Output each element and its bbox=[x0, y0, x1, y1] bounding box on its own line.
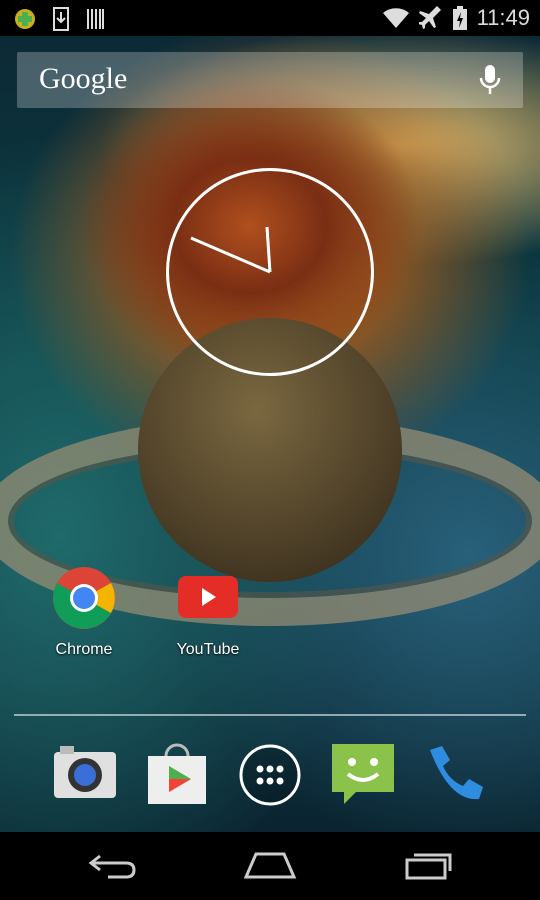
app-youtube[interactable]: YouTube bbox=[158, 566, 258, 659]
app-label: YouTube bbox=[176, 641, 240, 658]
back-icon bbox=[88, 854, 136, 879]
wifi-icon bbox=[382, 8, 409, 28]
security-app-icon bbox=[15, 9, 35, 29]
dock-app-drawer[interactable] bbox=[237, 742, 303, 808]
live-wallpaper bbox=[0, 36, 540, 832]
app-label: Chrome bbox=[55, 641, 113, 658]
dock-divider bbox=[14, 714, 526, 716]
camera-icon bbox=[54, 746, 116, 798]
clock-hands bbox=[190, 226, 272, 274]
google-logo: Google bbox=[39, 62, 128, 95]
recents-icon bbox=[405, 853, 452, 880]
home-icon bbox=[243, 852, 297, 879]
home-button[interactable] bbox=[243, 850, 297, 885]
dock-messaging[interactable] bbox=[330, 742, 396, 808]
navigation-bar bbox=[0, 832, 540, 900]
download-icon bbox=[53, 7, 69, 31]
messaging-icon bbox=[332, 744, 394, 804]
chrome-icon bbox=[53, 567, 115, 629]
app-chrome[interactable]: Chrome bbox=[34, 566, 134, 659]
play-store-icon bbox=[148, 743, 206, 804]
battery-charging-icon bbox=[452, 6, 467, 30]
dock-camera[interactable] bbox=[52, 742, 118, 808]
analog-clock-widget[interactable] bbox=[166, 168, 374, 376]
google-search-bar[interactable]: Google bbox=[17, 52, 523, 108]
youtube-icon bbox=[178, 576, 238, 618]
phone-icon bbox=[430, 746, 483, 800]
status-bar: 11:49 bbox=[0, 0, 540, 36]
clock-time: 11:49 bbox=[476, 5, 530, 30]
back-button[interactable] bbox=[88, 850, 138, 885]
dock-play-store[interactable] bbox=[144, 742, 210, 808]
airplane-mode-icon bbox=[418, 6, 441, 29]
app-drawer-icon bbox=[239, 744, 301, 806]
recents-button[interactable] bbox=[404, 850, 454, 885]
dock-phone[interactable] bbox=[422, 742, 488, 808]
mic-icon[interactable] bbox=[479, 65, 501, 95]
barcode-icon bbox=[87, 9, 104, 29]
